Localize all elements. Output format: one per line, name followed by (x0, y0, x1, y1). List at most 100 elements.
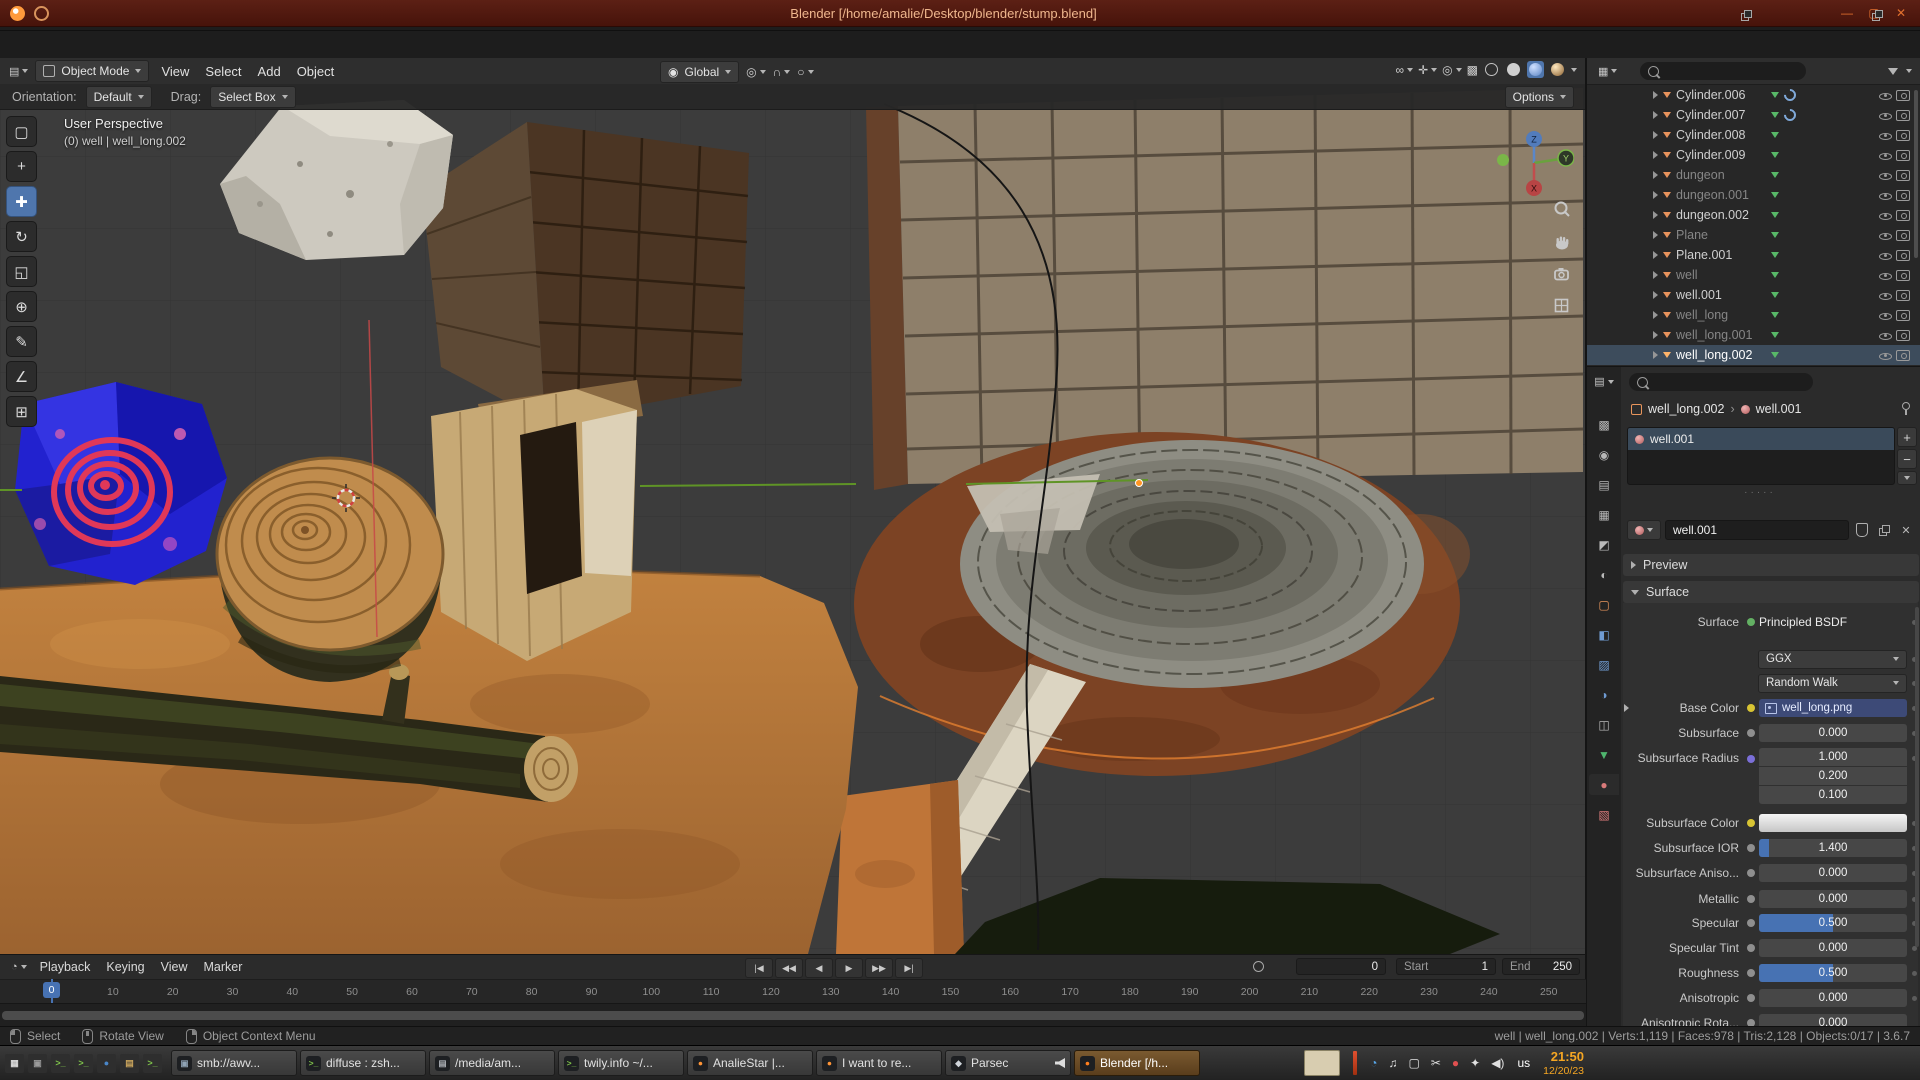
subsurface-color-swatch[interactable] (1759, 814, 1907, 832)
render-visibility-icon[interactable] (1896, 130, 1910, 141)
subsurface-method-dropdown[interactable]: Random Walk (1758, 674, 1907, 693)
properties-tab[interactable]: ◉ (1589, 444, 1619, 465)
radius-y-field[interactable]: 0.200 (1759, 767, 1907, 785)
breadcrumb-material[interactable]: well.001 (1756, 402, 1802, 416)
render-visibility-icon[interactable] (1896, 190, 1910, 201)
base-color-image-field[interactable]: well_long.png (1759, 699, 1907, 717)
expand-icon[interactable] (1653, 111, 1658, 119)
tool-button[interactable]: + (6, 151, 37, 182)
tool-button[interactable]: ✚ (6, 186, 37, 217)
timeline-menu-item[interactable]: Playback (32, 960, 99, 974)
copy-view-layer-icon[interactable] (1872, 10, 1883, 21)
preview-panel-header[interactable]: Preview (1623, 554, 1919, 576)
frame-end-field[interactable]: End250 (1502, 958, 1580, 975)
object-name[interactable]: dungeon.002 (1676, 208, 1766, 222)
expand-icon[interactable] (1653, 231, 1658, 239)
expand-icon[interactable] (1653, 351, 1658, 359)
timeline-scrollbar[interactable] (2, 1011, 1584, 1020)
launcher-icon[interactable]: >_ (74, 1054, 93, 1073)
value-socket-icon[interactable] (1747, 869, 1755, 877)
outliner-row[interactable]: dungeon.002 (1587, 205, 1920, 225)
outliner-row[interactable]: Plane.001 (1587, 245, 1920, 265)
object-name[interactable]: Cylinder.008 (1676, 128, 1766, 142)
new-material-copy-icon[interactable] (1875, 520, 1893, 540)
timeline-menu-item[interactable]: Keying (98, 960, 152, 974)
properties-tab[interactable]: ● (1589, 774, 1619, 795)
proportional-editing-toggle[interactable]: ○ (797, 65, 813, 79)
object-name[interactable]: dungeon (1676, 168, 1766, 182)
hide-eye-icon[interactable] (1879, 170, 1891, 181)
overlays-dropdown[interactable]: ◎ (1442, 63, 1461, 77)
tray-icon[interactable]: ◔ (1370, 1056, 1377, 1070)
outliner-row[interactable]: Cylinder.007 (1587, 105, 1920, 125)
xray-toggle[interactable]: ▩ (1467, 63, 1478, 77)
hide-eye-icon[interactable] (1879, 210, 1891, 221)
value-socket-icon[interactable] (1747, 729, 1755, 737)
properties-tab[interactable]: ◐ (1589, 564, 1619, 585)
orientation-dropdown[interactable]: Default (86, 86, 152, 108)
copy-scene-icon[interactable] (1741, 10, 1752, 21)
tool-button[interactable]: ▢ (6, 116, 37, 147)
vector-socket-icon[interactable] (1747, 755, 1755, 763)
unlink-material-icon[interactable]: ✕ (1897, 520, 1915, 540)
material-slot-row[interactable]: well.001 (1628, 428, 1894, 450)
remove-slot-button[interactable]: − (1897, 449, 1917, 469)
stump-object[interactable] (217, 458, 443, 682)
editor-type-icon[interactable]: ▤ (6, 65, 31, 78)
tool-button[interactable]: ⊞ (6, 396, 37, 427)
render-visibility-icon[interactable] (1896, 330, 1910, 341)
shading-rendered-button[interactable] (1549, 61, 1566, 78)
value-socket-icon[interactable] (1747, 1019, 1755, 1026)
value-socket-icon[interactable] (1747, 844, 1755, 852)
expand-icon[interactable] (1653, 91, 1658, 99)
object-name[interactable]: well_long.001 (1676, 328, 1766, 342)
timeline-menu-item[interactable]: View (153, 960, 196, 974)
tool-button[interactable]: ◱ (6, 256, 37, 287)
launcher-icon[interactable]: ▤ (120, 1054, 139, 1073)
filter-icon[interactable] (1888, 68, 1898, 75)
current-frame-marker[interactable]: 0 (43, 982, 60, 998)
properties-tab[interactable]: ▢ (1589, 594, 1619, 615)
expand-icon[interactable] (1653, 291, 1658, 299)
decorator-dot[interactable] (1912, 996, 1917, 1001)
object-name[interactable]: dungeon.001 (1676, 188, 1766, 202)
render-visibility-icon[interactable] (1896, 90, 1910, 101)
pan-hand-icon[interactable] (1552, 232, 1572, 252)
object-name[interactable]: well_long (1676, 308, 1766, 322)
outliner-row[interactable]: Plane (1587, 225, 1920, 245)
workspace-pager[interactable] (1304, 1050, 1340, 1076)
window-button[interactable]: >_ twily.info ~/... (558, 1050, 684, 1076)
metallic-field[interactable]: 0.000 (1759, 890, 1907, 908)
selectability-dropdown[interactable]: ∞ (1396, 63, 1414, 77)
material-slot-list[interactable]: well.001 (1627, 427, 1895, 485)
window-titlebar[interactable]: Blender [/home/amalie/Desktop/blender/st… (0, 0, 1920, 27)
viewport-menu-item[interactable]: Object (289, 64, 343, 79)
outliner-editor-icon[interactable]: ▦ (1595, 65, 1620, 78)
render-visibility-icon[interactable] (1896, 310, 1910, 321)
expand-icon[interactable] (1653, 191, 1658, 199)
hide-eye-icon[interactable] (1879, 250, 1891, 261)
outliner-row[interactable]: well_long.001 (1587, 325, 1920, 345)
close-button[interactable]: ✕ (1892, 6, 1910, 20)
properties-tab[interactable]: ▼ (1589, 744, 1619, 765)
properties-tab[interactable]: ◧ (1589, 624, 1619, 645)
outliner-row[interactable]: dungeon (1587, 165, 1920, 185)
expand-icon[interactable] (1653, 271, 1658, 279)
properties-tab[interactable]: ▩ (1589, 414, 1619, 435)
shading-solid-button[interactable] (1505, 61, 1522, 78)
camera-view-icon[interactable] (1552, 264, 1572, 284)
render-visibility-icon[interactable] (1896, 150, 1910, 161)
tray-icon[interactable]: ♫ (1388, 1056, 1397, 1070)
tray-icon[interactable]: ◀) (1491, 1056, 1504, 1070)
anisotropic-field[interactable]: 0.000 (1759, 989, 1907, 1007)
object-name[interactable]: Plane (1676, 228, 1766, 242)
expand-icon[interactable] (1624, 704, 1629, 712)
filter-dropdown-icon[interactable] (1906, 69, 1912, 73)
object-name[interactable]: Cylinder.006 (1676, 88, 1766, 102)
roughness-slider[interactable]: 0.500 (1759, 964, 1907, 982)
grid-ortho-icon[interactable] (1552, 296, 1572, 316)
viewport-menu-item[interactable]: View (153, 64, 197, 79)
render-visibility-icon[interactable] (1896, 290, 1910, 301)
render-visibility-icon[interactable] (1896, 270, 1910, 281)
value-socket-icon[interactable] (1747, 944, 1755, 952)
